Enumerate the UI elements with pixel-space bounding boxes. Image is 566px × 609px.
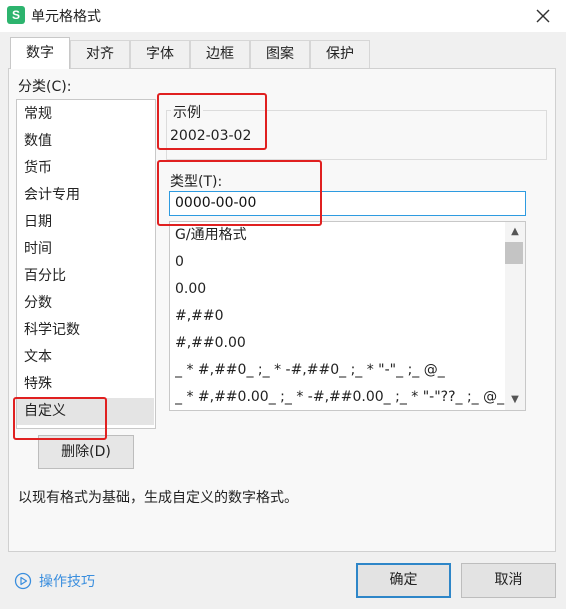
tab-alignment[interactable]: 对齐 bbox=[70, 40, 130, 68]
ok-button[interactable]: 确定 bbox=[356, 563, 451, 598]
tab-font[interactable]: 字体 bbox=[130, 40, 190, 68]
category-item-number[interactable]: 数值 bbox=[17, 128, 154, 155]
cancel-button[interactable]: 取消 bbox=[461, 563, 556, 598]
category-item-accounting[interactable]: 会计专用 bbox=[17, 182, 154, 209]
category-item-scientific[interactable]: 科学记数 bbox=[17, 317, 154, 344]
category-item-percentage[interactable]: 百分比 bbox=[17, 263, 154, 290]
category-item-fraction[interactable]: 分数 bbox=[17, 290, 154, 317]
highlight-box-custom bbox=[13, 397, 107, 440]
category-item-text[interactable]: 文本 bbox=[17, 344, 154, 371]
format-item[interactable]: G/通用格式 bbox=[175, 222, 505, 249]
close-icon bbox=[536, 9, 550, 23]
tab-border[interactable]: 边框 bbox=[190, 40, 250, 68]
tab-protection[interactable]: 保护 bbox=[310, 40, 370, 68]
format-item[interactable]: #,##0.00 bbox=[175, 330, 505, 357]
format-item[interactable]: 0.00 bbox=[175, 276, 505, 303]
category-item-special[interactable]: 特殊 bbox=[17, 371, 154, 398]
play-circle-icon[interactable] bbox=[14, 572, 32, 590]
category-item-general[interactable]: 常规 bbox=[17, 101, 154, 128]
tips-link[interactable]: 操作技巧 bbox=[39, 571, 95, 591]
scroll-down-arrow-icon[interactable]: ▼ bbox=[505, 391, 525, 409]
format-item[interactable]: 0 bbox=[175, 249, 505, 276]
dialog-title: 单元格格式 bbox=[31, 9, 101, 25]
format-item[interactable]: _ * #,##0.00_ ;_ * -#,##0.00_ ;_ * "-"??… bbox=[175, 384, 505, 411]
format-item[interactable]: _ * #,##0_ ;_ * -#,##0_ ;_ * "-"_ ;_ @_ bbox=[175, 357, 505, 384]
close-button[interactable] bbox=[528, 2, 558, 30]
format-item[interactable]: #,##0 bbox=[175, 303, 505, 330]
highlight-box-sample bbox=[157, 93, 267, 150]
app-logo-icon: S bbox=[7, 6, 25, 24]
description-text: 以现有格式为基础，生成自定义的数字格式。 bbox=[18, 490, 298, 506]
delete-button[interactable]: 删除(D) bbox=[38, 435, 134, 469]
tab-pattern[interactable]: 图案 bbox=[250, 40, 310, 68]
tab-number[interactable]: 数字 bbox=[10, 37, 70, 69]
category-label: 分类(C): bbox=[18, 79, 72, 95]
scroll-up-arrow-icon[interactable]: ▲ bbox=[505, 223, 525, 241]
category-item-time[interactable]: 时间 bbox=[17, 236, 154, 263]
category-item-date[interactable]: 日期 bbox=[17, 209, 154, 236]
scroll-thumb[interactable] bbox=[505, 242, 523, 264]
category-item-currency[interactable]: 货币 bbox=[17, 155, 154, 182]
highlight-box-type bbox=[157, 160, 322, 226]
